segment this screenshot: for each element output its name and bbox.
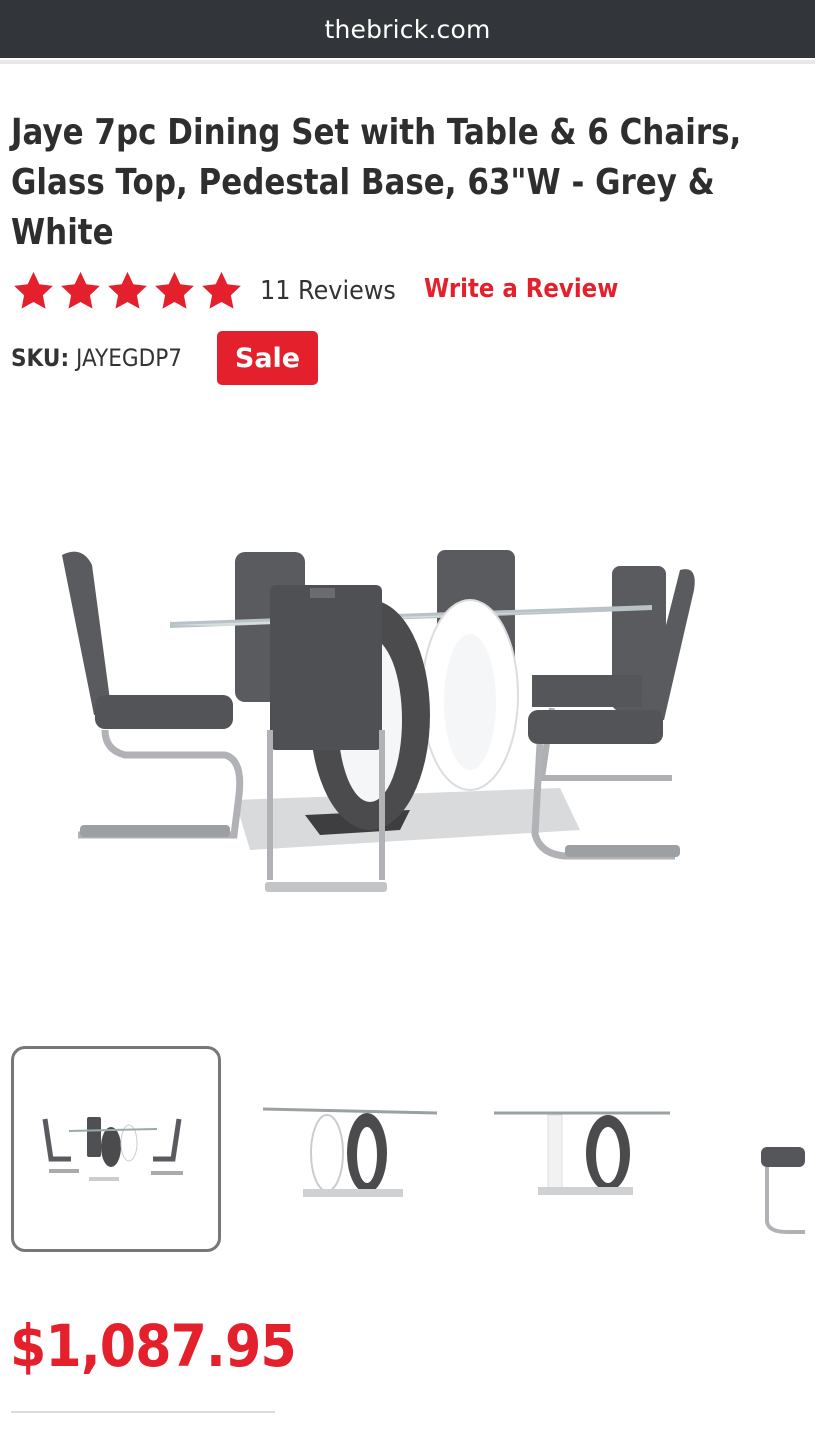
write-review-link[interactable]: Write a Review [424,274,618,304]
product-price: $1,087.95 [10,1312,297,1380]
star-icon [14,271,53,309]
browser-url-bar[interactable]: thebrick.com [0,0,815,58]
star-icon [155,271,194,309]
thumbnail-chair[interactable] [755,1046,805,1252]
url-text: thebrick.com [324,14,491,44]
star-icon [202,271,241,309]
thumbnail-table-angle[interactable] [255,1046,445,1252]
thumbnail-table-side[interactable] [490,1046,675,1252]
thumbnail-full-set-image [42,1117,183,1181]
reviews-count-link[interactable]: 11 Reviews [260,276,396,306]
product-title: Jaye 7pc Dining Set with Table & 6 Chair… [11,112,742,253]
dining-set-image[interactable] [40,530,720,910]
sku-label: SKU: [11,344,70,372]
divider [0,60,815,64]
thumbnail-selected[interactable] [11,1046,221,1252]
star-icon [61,271,100,309]
thumbnail-table-side-image [494,1111,670,1195]
thumbnail-chair-image [761,1147,805,1234]
star-icon [108,271,147,309]
thumbnail-table-angle-image [262,1107,438,1197]
star-rating[interactable] [11,269,244,314]
rating-row: 11 Reviews [11,268,408,314]
sku-value: JAYEGDP7 [75,344,183,372]
sale-badge: Sale [217,331,318,385]
sku: SKU: JAYEGDP7 [11,344,182,372]
divider [11,1411,275,1413]
